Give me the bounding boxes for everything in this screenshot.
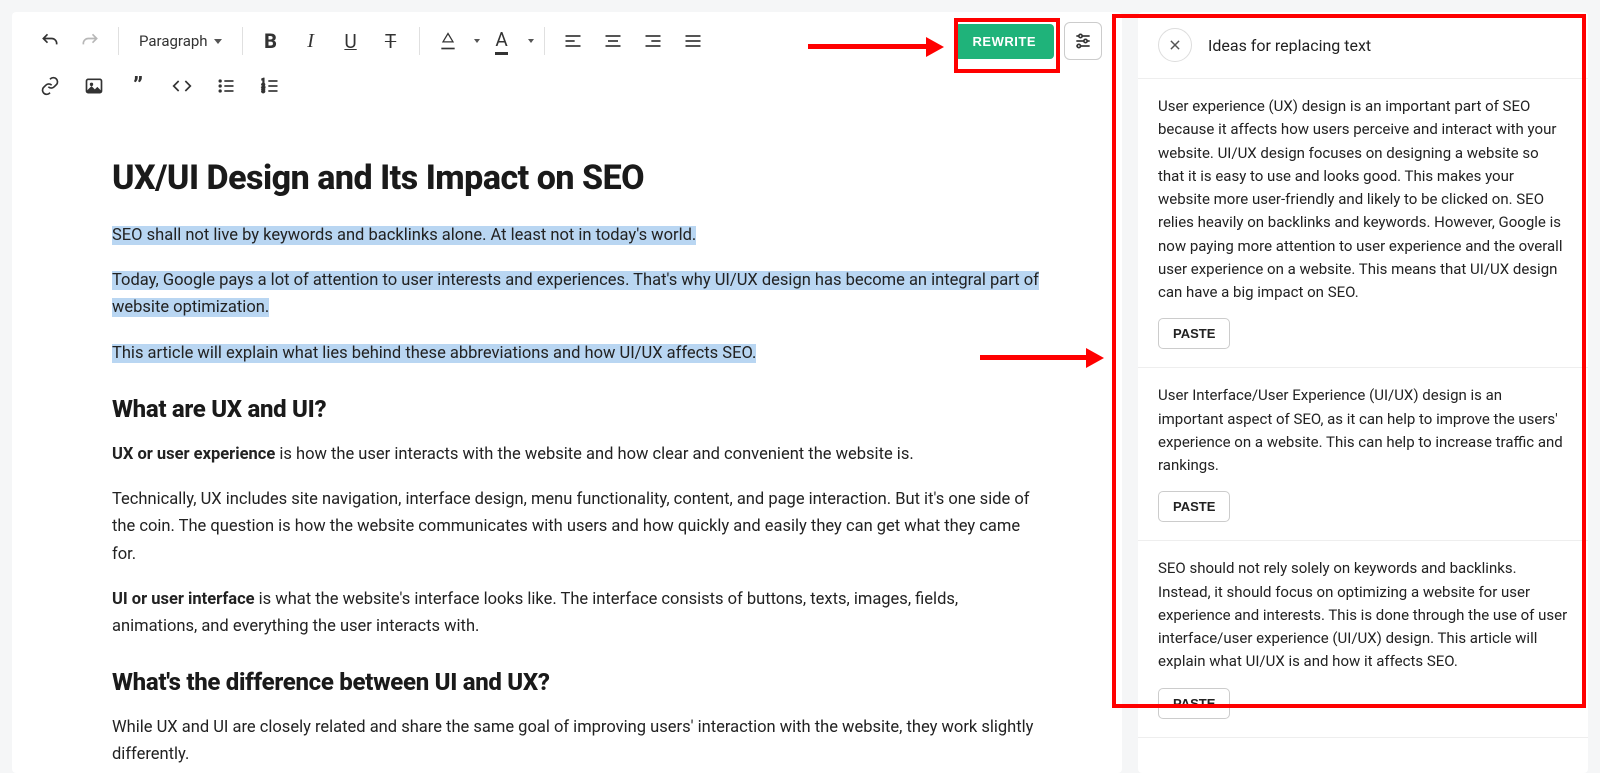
numbered-list-button[interactable]: 123: [252, 68, 288, 104]
suggestion-text: User experience (UX) design is an import…: [1158, 95, 1568, 304]
doc-paragraph: Today, Google pays a lot of attention to…: [112, 267, 1042, 321]
doc-paragraph: Technically, UX includes site navigation…: [112, 486, 1042, 568]
suggestion-item: User Interface/User Experience (UI/UX) d…: [1138, 368, 1588, 541]
suggestion-item: SEO should not rely solely on keywords a…: [1138, 541, 1588, 737]
italic-button[interactable]: I: [293, 23, 329, 59]
close-button[interactable]: [1158, 28, 1192, 62]
doc-paragraph: This article will explain what lies behi…: [112, 340, 1042, 367]
chevron-down-icon: [214, 39, 222, 44]
panel-title: Ideas for replacing text: [1208, 36, 1371, 55]
suggestion-text: SEO should not rely solely on keywords a…: [1158, 557, 1568, 673]
doc-paragraph: UX or user experience is how the user in…: [112, 441, 1042, 468]
image-button[interactable]: [76, 68, 112, 104]
quote-button[interactable]: ”: [120, 68, 156, 104]
toolbar-row-2: ” 123: [12, 66, 1122, 118]
toolbar: Paragraph B I U T A: [12, 12, 1122, 66]
suggestion-text: User Interface/User Experience (UI/UX) d…: [1158, 384, 1568, 477]
chevron-down-icon[interactable]: [528, 39, 534, 43]
suggestion-item: User experience (UX) design is an import…: [1138, 79, 1588, 368]
paste-button[interactable]: PASTE: [1158, 688, 1230, 719]
editor-panel: Paragraph B I U T A: [12, 12, 1122, 773]
bold-button[interactable]: B: [253, 23, 289, 59]
align-right-button[interactable]: [635, 23, 671, 59]
strikethrough-button[interactable]: T: [373, 23, 409, 59]
bullet-list-button[interactable]: [208, 68, 244, 104]
suggestions-list: User experience (UX) design is an import…: [1138, 79, 1588, 773]
svg-text:3: 3: [262, 89, 265, 95]
redo-button[interactable]: [72, 23, 108, 59]
align-justify-button[interactable]: [675, 23, 711, 59]
undo-button[interactable]: [32, 23, 68, 59]
doc-paragraph: UI or user interface is what the website…: [112, 586, 1042, 640]
rewrite-button[interactable]: REWRITE: [955, 24, 1054, 59]
align-left-button[interactable]: [555, 23, 591, 59]
align-center-button[interactable]: [595, 23, 631, 59]
text-color-button[interactable]: A: [484, 23, 520, 59]
code-button[interactable]: [164, 68, 200, 104]
doc-paragraph: SEO shall not live by keywords and backl…: [112, 222, 1042, 249]
doc-heading: What's the difference between UI and UX?: [112, 668, 1042, 696]
underline-button[interactable]: U: [333, 23, 369, 59]
block-format-dropdown[interactable]: Paragraph: [129, 23, 232, 59]
chevron-down-icon[interactable]: [474, 39, 480, 43]
doc-heading: What are UX and UI?: [112, 395, 1042, 423]
rewrite-settings-button[interactable]: [1064, 22, 1102, 60]
doc-paragraph: While UX and UI are closely related and …: [112, 714, 1042, 768]
suggestions-panel: Ideas for replacing text User experience…: [1138, 12, 1588, 773]
document-body[interactable]: UX/UI Design and Its Impact on SEO SEO s…: [12, 118, 1122, 773]
paste-button[interactable]: PASTE: [1158, 318, 1230, 349]
doc-title: UX/UI Design and Its Impact on SEO: [112, 158, 1042, 198]
panel-header: Ideas for replacing text: [1138, 12, 1588, 79]
paste-button[interactable]: PASTE: [1158, 491, 1230, 522]
highlight-color-button[interactable]: [430, 23, 466, 59]
block-format-label: Paragraph: [139, 32, 208, 50]
link-button[interactable]: [32, 68, 68, 104]
